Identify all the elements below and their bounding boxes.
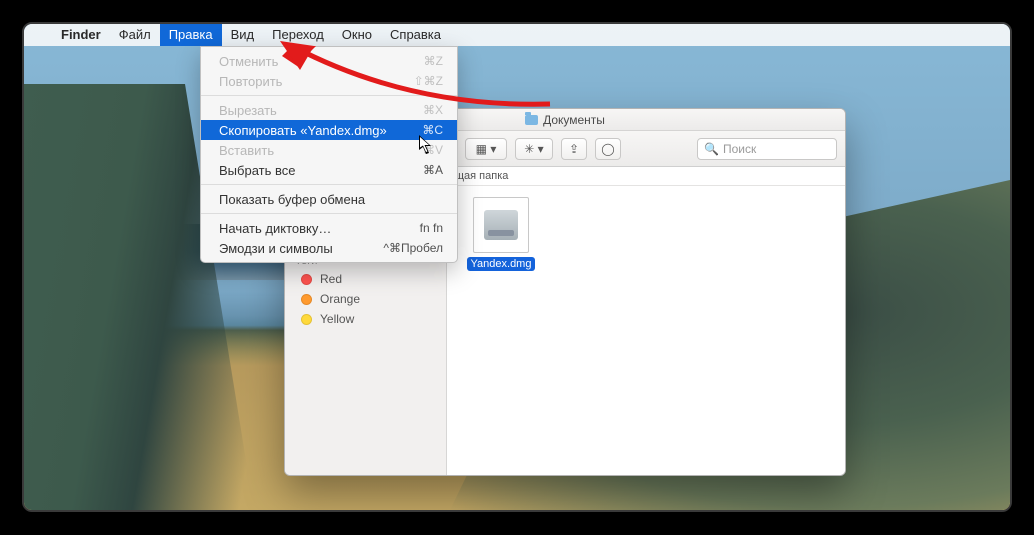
menu-item-shortcut: ⌘A xyxy=(423,163,443,177)
menubar-item-окно[interactable]: Окно xyxy=(333,24,381,46)
menu-item-shortcut: fn fn xyxy=(420,221,443,235)
menubar-item-файл[interactable]: Файл xyxy=(110,24,160,46)
menu-item-shortcut: ⌘Z xyxy=(424,54,443,68)
search-placeholder: Поиск xyxy=(723,142,756,156)
menu-item: Вырезать⌘X xyxy=(201,100,457,120)
search-icon: 🔍 xyxy=(704,142,719,156)
menubar-item-справка[interactable]: Справка xyxy=(381,24,450,46)
tag-dot-icon xyxy=(299,272,313,286)
menu-item-label: Отменить xyxy=(219,54,424,69)
menu-item-shortcut: ^⌘Пробел xyxy=(383,241,443,255)
window-title: Документы xyxy=(543,113,605,127)
menubar-item-вид[interactable]: Вид xyxy=(222,24,264,46)
sidebar-item[interactable]: Orange xyxy=(285,289,446,309)
menubar-item-переход[interactable]: Переход xyxy=(263,24,333,46)
menu-item[interactable]: Выбрать все⌘A xyxy=(201,160,457,180)
sidebar-item-label: Red xyxy=(320,272,342,286)
action-button[interactable]: ✳ ▾ xyxy=(515,138,553,160)
arrange-button[interactable]: ▦ ▾ xyxy=(465,138,507,160)
menu-item-label: Эмодзи и символы xyxy=(219,241,383,256)
menu-item[interactable]: Эмодзи и символы^⌘Пробел xyxy=(201,238,457,258)
menubar-item-правка[interactable]: Правка xyxy=(160,24,222,46)
menu-item: Повторить⇧⌘Z xyxy=(201,71,457,91)
menu-item-label: Начать диктовку… xyxy=(219,221,420,236)
menu-item-label: Повторить xyxy=(219,74,414,89)
mouse-cursor-icon xyxy=(419,135,433,155)
file-item[interactable]: Yandex.dmg xyxy=(465,197,537,271)
sidebar-item[interactable]: Red xyxy=(285,269,446,289)
menu-item[interactable]: Показать буфер обмена xyxy=(201,189,457,209)
sidebar-item-label: Yellow xyxy=(320,312,354,326)
menu-item-label: Вырезать xyxy=(219,103,423,118)
tag-dot-icon xyxy=(299,312,313,326)
menu-item-label: Скопировать «Yandex.dmg» xyxy=(219,123,422,138)
tag-dot-icon xyxy=(299,292,313,306)
menubar-item-finder[interactable]: Finder xyxy=(52,24,110,46)
menu-item-shortcut: ⇧⌘Z xyxy=(414,74,443,88)
share-button[interactable]: ⇪ xyxy=(561,138,587,160)
sidebar-item[interactable]: Yellow xyxy=(285,309,446,329)
menu-separator xyxy=(201,95,457,96)
file-name: Yandex.dmg xyxy=(467,257,536,271)
folder-icon xyxy=(525,115,538,125)
menu-item-label: Вставить xyxy=(219,143,423,158)
menu-item: Отменить⌘Z xyxy=(201,51,457,71)
path-header: щая папка xyxy=(447,167,845,186)
tags-button[interactable]: ◯ xyxy=(595,138,621,160)
menu-separator xyxy=(201,213,457,214)
menu-item[interactable]: Начать диктовку…fn fn xyxy=(201,218,457,238)
menubar: FinderФайлПравкаВидПереходОкноСправка xyxy=(24,24,1010,46)
menu-item-shortcut: ⌘X xyxy=(423,103,443,117)
finder-content[interactable]: щая папка Yandex.dmg xyxy=(447,167,845,475)
search-field[interactable]: 🔍 Поиск xyxy=(697,138,837,160)
sidebar-item-label: Orange xyxy=(320,292,360,306)
menu-item-label: Выбрать все xyxy=(219,163,423,178)
menu-item-label: Показать буфер обмена xyxy=(219,192,443,207)
dmg-file-icon xyxy=(473,197,529,253)
menu-separator xyxy=(201,184,457,185)
